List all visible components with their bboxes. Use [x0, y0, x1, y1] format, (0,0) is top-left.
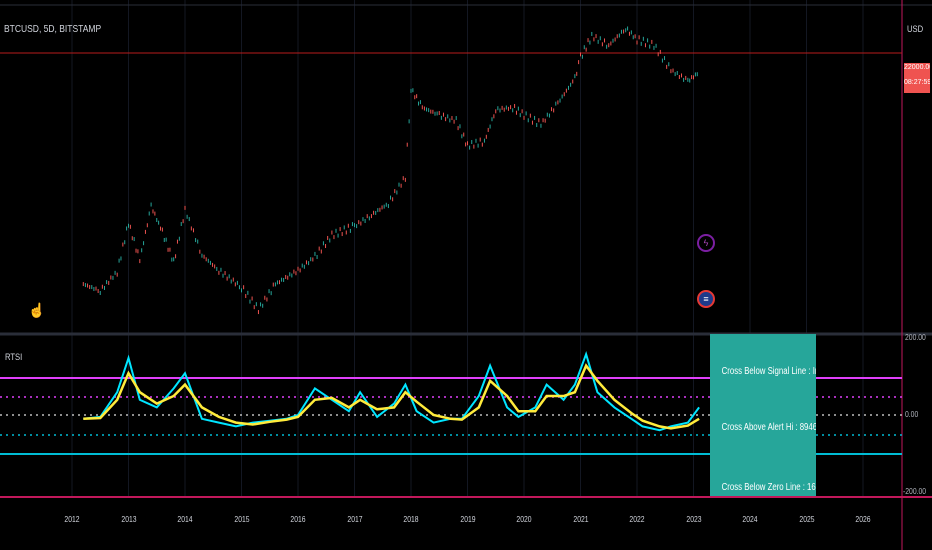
- year-tick-label: 2013: [120, 514, 137, 524]
- us-flag-icon[interactable]: ≡: [697, 290, 715, 308]
- hand-scroll-icon[interactable]: ☝: [28, 302, 45, 326]
- info-row-signal: Cross Below Signal Line : Impossible: [721, 366, 816, 377]
- last-price-tag: 22000.00 08:27:59: [904, 63, 930, 93]
- currency-label: USD: [907, 24, 924, 34]
- indicator-axis-label-top: 200.00: [905, 333, 926, 342]
- year-tick-label: 2020: [516, 514, 532, 524]
- year-tick-label: 2024: [742, 514, 758, 524]
- indicator-name[interactable]: RTSI: [5, 352, 22, 362]
- symbol-label[interactable]: BTCUSD, 5D, BITSTAMP: [4, 24, 101, 35]
- year-tick-label: 2015: [233, 514, 250, 524]
- info-table: Cross Below Signal Line : Impossible Cro…: [710, 334, 816, 496]
- year-tick-label: 2019: [459, 514, 476, 524]
- year-tick-label: 2017: [346, 514, 363, 524]
- indicator-axis-label-zero: 0.00: [905, 410, 919, 419]
- info-row-alert-hi: Cross Above Alert Hi : 89461.02: [721, 422, 816, 433]
- year-tick-label: 2025: [798, 514, 815, 524]
- year-tick-label: 2026: [855, 514, 871, 524]
- indicator-axis-label-bottom: -200.00: [903, 487, 927, 496]
- year-tick-label: 2014: [177, 514, 193, 524]
- info-row-zero-line: Cross Below Zero Line : 16677.57: [721, 482, 816, 493]
- lightning-icon[interactable]: ϟ: [697, 234, 715, 252]
- price-value: 22000.00: [904, 64, 930, 71]
- year-tick-label: 2012: [64, 514, 80, 524]
- year-tick-label: 2023: [685, 514, 702, 524]
- year-tick-label: 2021: [572, 514, 589, 524]
- year-tick-label: 2016: [290, 514, 306, 524]
- countdown-value: 08:27:59: [904, 79, 930, 86]
- year-tick-label: 2022: [629, 514, 645, 524]
- year-tick-label: 2018: [403, 514, 419, 524]
